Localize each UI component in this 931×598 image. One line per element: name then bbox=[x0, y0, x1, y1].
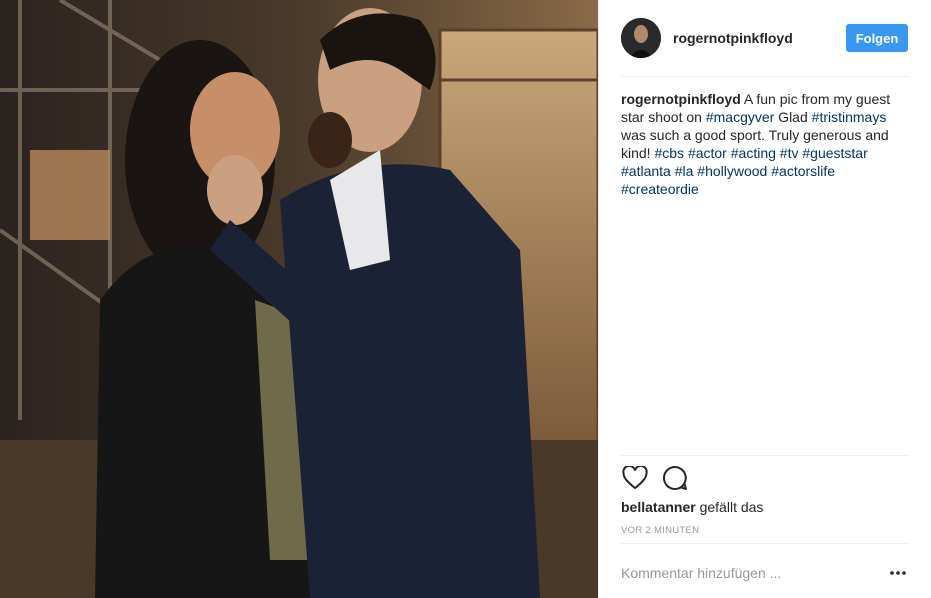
hashtag-link[interactable]: #acting bbox=[731, 145, 776, 161]
hashtag-link[interactable]: #createordie bbox=[621, 181, 699, 197]
likes-suffix: gefällt das bbox=[699, 499, 764, 515]
actions-divider bbox=[621, 455, 910, 456]
action-bar bbox=[621, 464, 701, 492]
likes-line: bellatanner gefällt das bbox=[621, 499, 763, 515]
hashtag-link[interactable]: #actor bbox=[688, 145, 727, 161]
more-options-icon bbox=[890, 571, 906, 575]
liker-username[interactable]: bellatanner bbox=[621, 499, 696, 515]
caption-segment: Glad bbox=[774, 109, 812, 125]
hashtag-link[interactable]: #gueststar bbox=[802, 145, 867, 161]
hashtag-link[interactable]: #actorslife bbox=[771, 163, 835, 179]
comment-row bbox=[621, 558, 910, 588]
comment-button[interactable] bbox=[661, 464, 689, 492]
hashtag-link[interactable]: #hollywood bbox=[697, 163, 767, 179]
hashtag-link[interactable]: #macgyver bbox=[706, 109, 774, 125]
hashtag-link[interactable]: #cbs bbox=[654, 145, 684, 161]
comment-input[interactable] bbox=[621, 565, 886, 581]
caption-username[interactable]: rogernotpinkfloyd bbox=[621, 91, 741, 107]
comment-divider bbox=[621, 543, 910, 544]
post-timestamp[interactable]: VOR 2 MINUTEN bbox=[621, 525, 699, 536]
username-link[interactable]: rogernotpinkfloyd bbox=[673, 30, 793, 46]
avatar-image bbox=[621, 18, 661, 58]
more-options-button[interactable] bbox=[886, 563, 910, 583]
hashtag-link[interactable]: #tristinmays bbox=[812, 109, 887, 125]
post-photo[interactable] bbox=[0, 0, 598, 598]
post-side-panel: rogernotpinkfloyd Folgen rogernotpinkflo… bbox=[598, 0, 931, 598]
avatar[interactable] bbox=[621, 18, 661, 58]
hashtag-link[interactable]: #tv bbox=[780, 145, 799, 161]
comment-icon bbox=[663, 465, 687, 490]
hashtag-link[interactable]: #atlanta bbox=[621, 163, 671, 179]
like-button[interactable] bbox=[621, 464, 649, 492]
post-header: rogernotpinkfloyd Folgen bbox=[621, 16, 908, 60]
follow-button[interactable]: Folgen bbox=[846, 24, 908, 52]
post-caption: rogernotpinkfloyd A fun pic from my gues… bbox=[621, 90, 910, 198]
heart-icon bbox=[622, 466, 648, 490]
hashtag-link[interactable]: #la bbox=[675, 163, 694, 179]
header-divider bbox=[621, 76, 910, 77]
photo-illustration bbox=[0, 0, 598, 598]
